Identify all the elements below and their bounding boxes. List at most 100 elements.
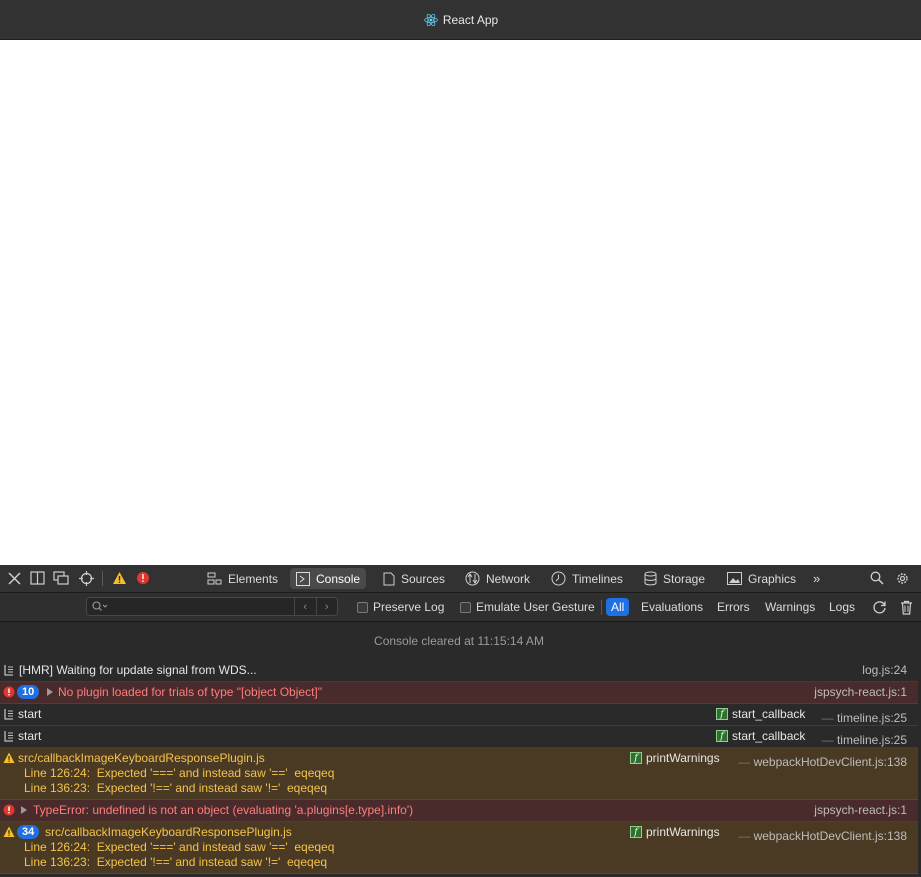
- function-name: printWarnings: [646, 825, 720, 839]
- react-logo-icon: [424, 13, 438, 26]
- sources-icon: [383, 572, 395, 585]
- search-icon[interactable]: [869, 570, 885, 586]
- search-prev-button[interactable]: ‹: [295, 598, 316, 615]
- message-source-link[interactable]: jspsych-react.js:1: [814, 685, 907, 699]
- message-source-link[interactable]: — timeline.js:25: [819, 733, 907, 747]
- search-nav: ‹ ›: [294, 598, 337, 615]
- function-icon: f: [716, 708, 728, 720]
- tab-elements[interactable]: Elements: [201, 568, 284, 589]
- reload-icon[interactable]: [871, 599, 887, 615]
- tab-label: Elements: [228, 571, 279, 586]
- tab-label: Graphics: [748, 571, 797, 586]
- function-name: start_callback: [732, 729, 806, 743]
- network-icon: [465, 571, 480, 586]
- inspector-tab-bar: Elements Console Sources Network Timelin…: [0, 565, 921, 593]
- tab-console[interactable]: Console: [290, 568, 367, 589]
- tab-storage[interactable]: Storage: [638, 568, 711, 589]
- error-icon: [3, 804, 15, 816]
- tab-network[interactable]: Network: [459, 568, 536, 589]
- checkbox-box[interactable]: [460, 601, 471, 613]
- close-icon[interactable]: [6, 570, 22, 586]
- console-message[interactable]: 10 No plugin loaded for trials of type "…: [0, 682, 918, 704]
- tab-sources[interactable]: Sources: [377, 568, 451, 589]
- window-title-text: React App: [442, 12, 499, 27]
- disclosure-triangle[interactable]: [21, 806, 27, 814]
- storage-icon: [644, 571, 657, 586]
- message-text: src/callbackImageKeyboardResponsePlugin.…: [18, 751, 265, 765]
- disclosure-triangle[interactable]: [47, 688, 53, 696]
- error-icon[interactable]: [135, 570, 151, 586]
- source-text: webpackHotDevClient.js:138: [753, 829, 907, 843]
- call-frame[interactable]: f printWarnings: [630, 751, 720, 765]
- console-message[interactable]: 34 src/callbackImageKeyboardResponsePlug…: [0, 822, 918, 874]
- undock-window-icon[interactable]: [53, 570, 69, 586]
- source-text: timeline.js:25: [836, 733, 907, 747]
- error-icon: [3, 686, 15, 698]
- preserve-log-label: Preserve Log: [373, 600, 445, 614]
- call-frame[interactable]: f start_callback: [716, 707, 805, 721]
- tab-label: Sources: [401, 571, 446, 586]
- warning-detail-line: Line 126:24: Expected '===' and instead …: [24, 766, 335, 780]
- level-logs[interactable]: Logs: [824, 598, 860, 616]
- console-cleared-notice: Console cleared at 11:15:14 AM: [0, 622, 918, 661]
- dock-side-icon[interactable]: [29, 570, 45, 586]
- function-icon: f: [630, 752, 642, 764]
- message-source-link[interactable]: — webpackHotDevClient.js:138: [735, 755, 907, 769]
- gear-icon[interactable]: [894, 570, 910, 586]
- call-frame[interactable]: f start_callback: [716, 729, 805, 743]
- console-message[interactable]: start f start_callback — timeline.js:25: [0, 726, 918, 748]
- level-errors[interactable]: Errors: [712, 598, 755, 616]
- tab-label: Console: [316, 571, 361, 586]
- message-source-link[interactable]: log.js:24: [862, 663, 907, 677]
- log-icon: [4, 709, 13, 720]
- emulate-gesture-label: Emulate User Gesture: [476, 600, 595, 614]
- window-title: React App: [423, 13, 498, 27]
- more-tabs-button[interactable]: »: [807, 568, 826, 589]
- filter-search-field[interactable]: ‹ ›: [86, 597, 338, 616]
- call-frame[interactable]: f printWarnings: [630, 825, 720, 839]
- emulate-gesture-checkbox[interactable]: Emulate User Gesture: [460, 600, 595, 614]
- console-message[interactable]: [HMR] Waiting for update signal from WDS…: [0, 660, 918, 682]
- web-inspector: Elements Console Sources Network Timelin…: [0, 565, 921, 877]
- repeat-count-badge: 34: [17, 825, 40, 839]
- search-next-button[interactable]: ›: [315, 598, 338, 615]
- page-viewport[interactable]: [0, 40, 918, 565]
- function-name: start_callback: [732, 707, 806, 721]
- source-text: webpackHotDevClient.js:138: [753, 755, 907, 769]
- message-source-link[interactable]: — webpackHotDevClient.js:138: [735, 829, 907, 843]
- warning-icon: [3, 826, 15, 837]
- function-icon: f: [630, 826, 642, 838]
- tab-graphics[interactable]: Graphics: [721, 568, 802, 589]
- tab-timelines[interactable]: Timelines: [545, 568, 629, 589]
- message-text: TypeError: undefined is not an object (e…: [33, 803, 414, 817]
- message-text: start: [18, 707, 42, 721]
- warning-icon: [3, 752, 15, 763]
- warning-detail-line: Line 136:23: Expected '!==' and instead …: [24, 855, 328, 869]
- search-input[interactable]: [109, 599, 293, 615]
- warning-icon[interactable]: [111, 570, 127, 586]
- repeat-count-badge: 10: [17, 685, 40, 699]
- preserve-log-checkbox[interactable]: Preserve Log: [357, 600, 444, 614]
- console-message[interactable]: src/callbackImageKeyboardResponsePlugin.…: [0, 748, 918, 800]
- message-source-link[interactable]: jspsych-react.js:1: [814, 803, 907, 817]
- search-icon: [92, 601, 108, 611]
- elements-icon: [207, 572, 222, 585]
- level-all[interactable]: All: [606, 598, 630, 616]
- trash-icon[interactable]: [898, 599, 914, 615]
- message-source-link[interactable]: — timeline.js:25: [819, 711, 907, 725]
- console-message[interactable]: TypeError: undefined is not an object (e…: [0, 800, 918, 822]
- function-icon: f: [716, 730, 728, 742]
- checkbox-box[interactable]: [357, 601, 368, 613]
- message-text: start: [18, 729, 42, 743]
- tab-label: Network: [486, 571, 531, 586]
- warning-detail-line: Line 136:23: Expected '!==' and instead …: [24, 781, 328, 795]
- source-text: timeline.js:25: [836, 711, 907, 725]
- inspect-element-icon[interactable]: [78, 570, 94, 586]
- level-warnings[interactable]: Warnings: [760, 598, 820, 616]
- level-evaluations[interactable]: Evaluations: [636, 598, 708, 616]
- warning-detail-line: Line 126:24: Expected '===' and instead …: [24, 840, 335, 854]
- more-tabs-label: »: [813, 571, 821, 586]
- timelines-icon: [551, 571, 566, 586]
- console-message[interactable]: start f start_callback — timeline.js:25: [0, 704, 918, 726]
- log-icon: [4, 731, 13, 742]
